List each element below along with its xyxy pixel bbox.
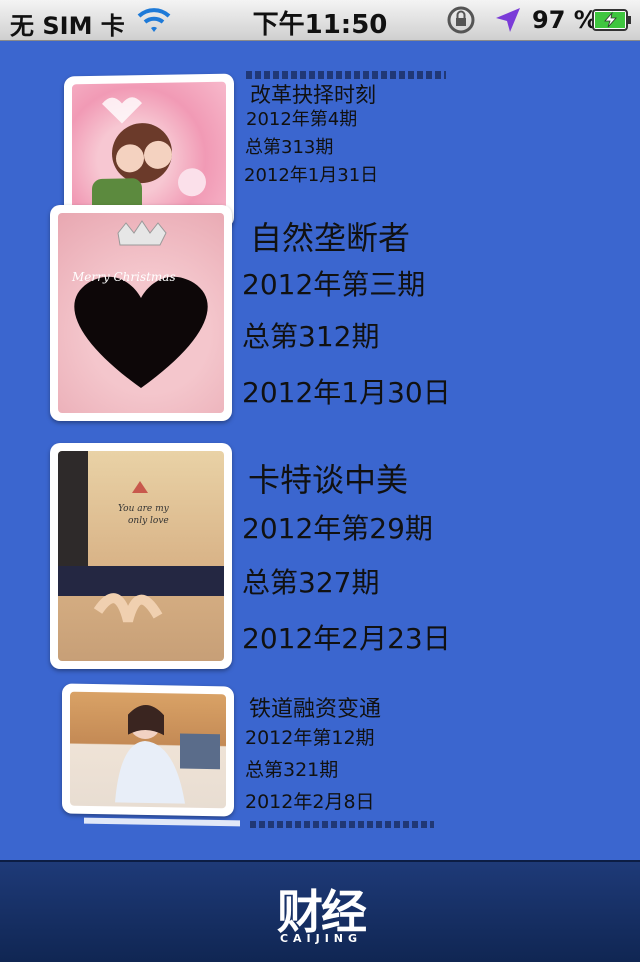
battery-icon (592, 9, 631, 31)
issue-total: 总第327期 (242, 566, 380, 599)
cover-image: You are my only love (58, 451, 224, 623)
svg-text:You are my: You are my (118, 504, 170, 514)
cover-thumbnail[interactable]: Merry Christmas (50, 205, 232, 421)
rotation-lock-icon (447, 6, 475, 34)
issue-number: 2012年第三期 (242, 268, 426, 301)
list-item[interactable]: You are my only love 卡特谈中美 2012年第29期 总第3… (0, 441, 640, 671)
issue-list[interactable]: 改革抉择时刻 2012年第4期 总第313期 2012年1月31日 Merry … (0, 41, 640, 861)
issue-date: 2012年1月31日 (244, 165, 379, 186)
svg-text:only love: only love (128, 516, 169, 526)
issue-total: 总第312期 (242, 320, 380, 353)
list-item[interactable]: Merry Christmas 自然垄断者 2012年第三期 总第312期 20… (0, 201, 640, 421)
cover-image: Merry Christmas (71, 220, 208, 388)
caijing-logo[interactable]: 财经 CAIJING (266, 876, 376, 946)
issue-title: 铁道融资变通 (249, 697, 382, 722)
issue-total: 总第321期 (245, 759, 339, 781)
cover-thumbnail[interactable]: You are my only love (50, 443, 232, 669)
issue-number: 2012年第12期 (245, 727, 375, 749)
location-icon (496, 8, 520, 32)
scroll-fade-text (250, 821, 434, 828)
issue-title: 卡特谈中美 (248, 461, 409, 499)
cover-thumbnail[interactable] (62, 683, 234, 817)
issue-total: 总第313期 (245, 137, 334, 158)
list-item[interactable]: 改革抉择时刻 2012年第4期 总第313期 2012年1月31日 (0, 41, 640, 231)
issue-title: 自然垄断者 (250, 219, 411, 257)
list-item[interactable]: 铁道融资变通 2012年第12期 总第321期 2012年2月8日 (0, 681, 640, 821)
issue-number: 2012年第29期 (242, 512, 433, 545)
issue-date: 2012年2月23日 (242, 622, 451, 655)
battery-percent: 97 % (532, 6, 598, 34)
status-bar: 无 SIM 卡 下午11:50 97 % (0, 0, 640, 41)
logo-subtitle: CAIJING (279, 932, 363, 945)
issue-date: 2012年1月30日 (242, 376, 451, 409)
issue-number: 2012年第4期 (246, 109, 358, 130)
svg-text:Merry Christmas: Merry Christmas (71, 270, 176, 284)
issue-date: 2012年2月8日 (245, 791, 375, 813)
cover-image (115, 704, 220, 804)
